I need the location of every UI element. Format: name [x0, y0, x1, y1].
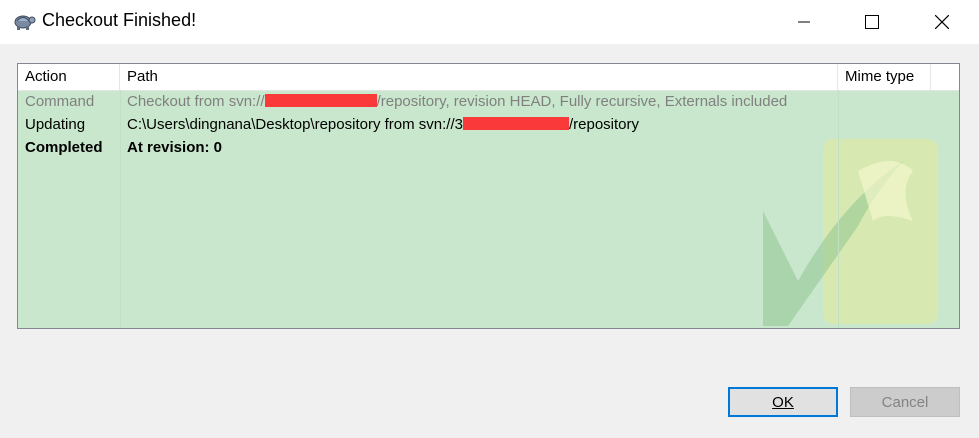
tortoise-icon	[14, 15, 36, 30]
redaction-mark	[462, 117, 569, 131]
window-title: Checkout Finished!	[42, 10, 197, 30]
column-header-mime-type[interactable]: Mime type	[838, 64, 931, 90]
cancel-button[interactable]: Cancel	[850, 387, 960, 417]
results-list[interactable]: Action Path Mime type Command Checkout f…	[17, 63, 960, 329]
ok-button[interactable]: OK	[728, 387, 838, 417]
row-path: Checkout from svn:///repository, revisio…	[127, 93, 788, 110]
column-divider	[120, 90, 121, 328]
minimize-button[interactable]	[776, 0, 832, 44]
list-header: Action Path Mime type	[18, 64, 959, 91]
title-bar: Checkout Finished!	[0, 0, 979, 44]
row-action: Updating	[25, 116, 86, 133]
maximize-icon	[865, 15, 879, 29]
column-divider	[838, 90, 839, 328]
row-action: Completed	[25, 139, 103, 156]
redaction-mark	[264, 94, 377, 108]
column-header-action[interactable]: Action	[18, 64, 120, 90]
row-path: At revision: 0	[127, 139, 223, 156]
checkmark-watermark-icon	[763, 139, 938, 326]
ok-button-label: OK	[772, 393, 794, 411]
row-path: C:\Users\dingnana\Desktop\repository fro…	[127, 116, 640, 133]
close-icon	[935, 15, 949, 29]
column-header-path[interactable]: Path	[120, 64, 838, 90]
minimize-icon	[798, 21, 810, 23]
maximize-button[interactable]	[844, 0, 900, 44]
row-action: Command	[25, 93, 95, 110]
close-button[interactable]	[914, 0, 970, 44]
